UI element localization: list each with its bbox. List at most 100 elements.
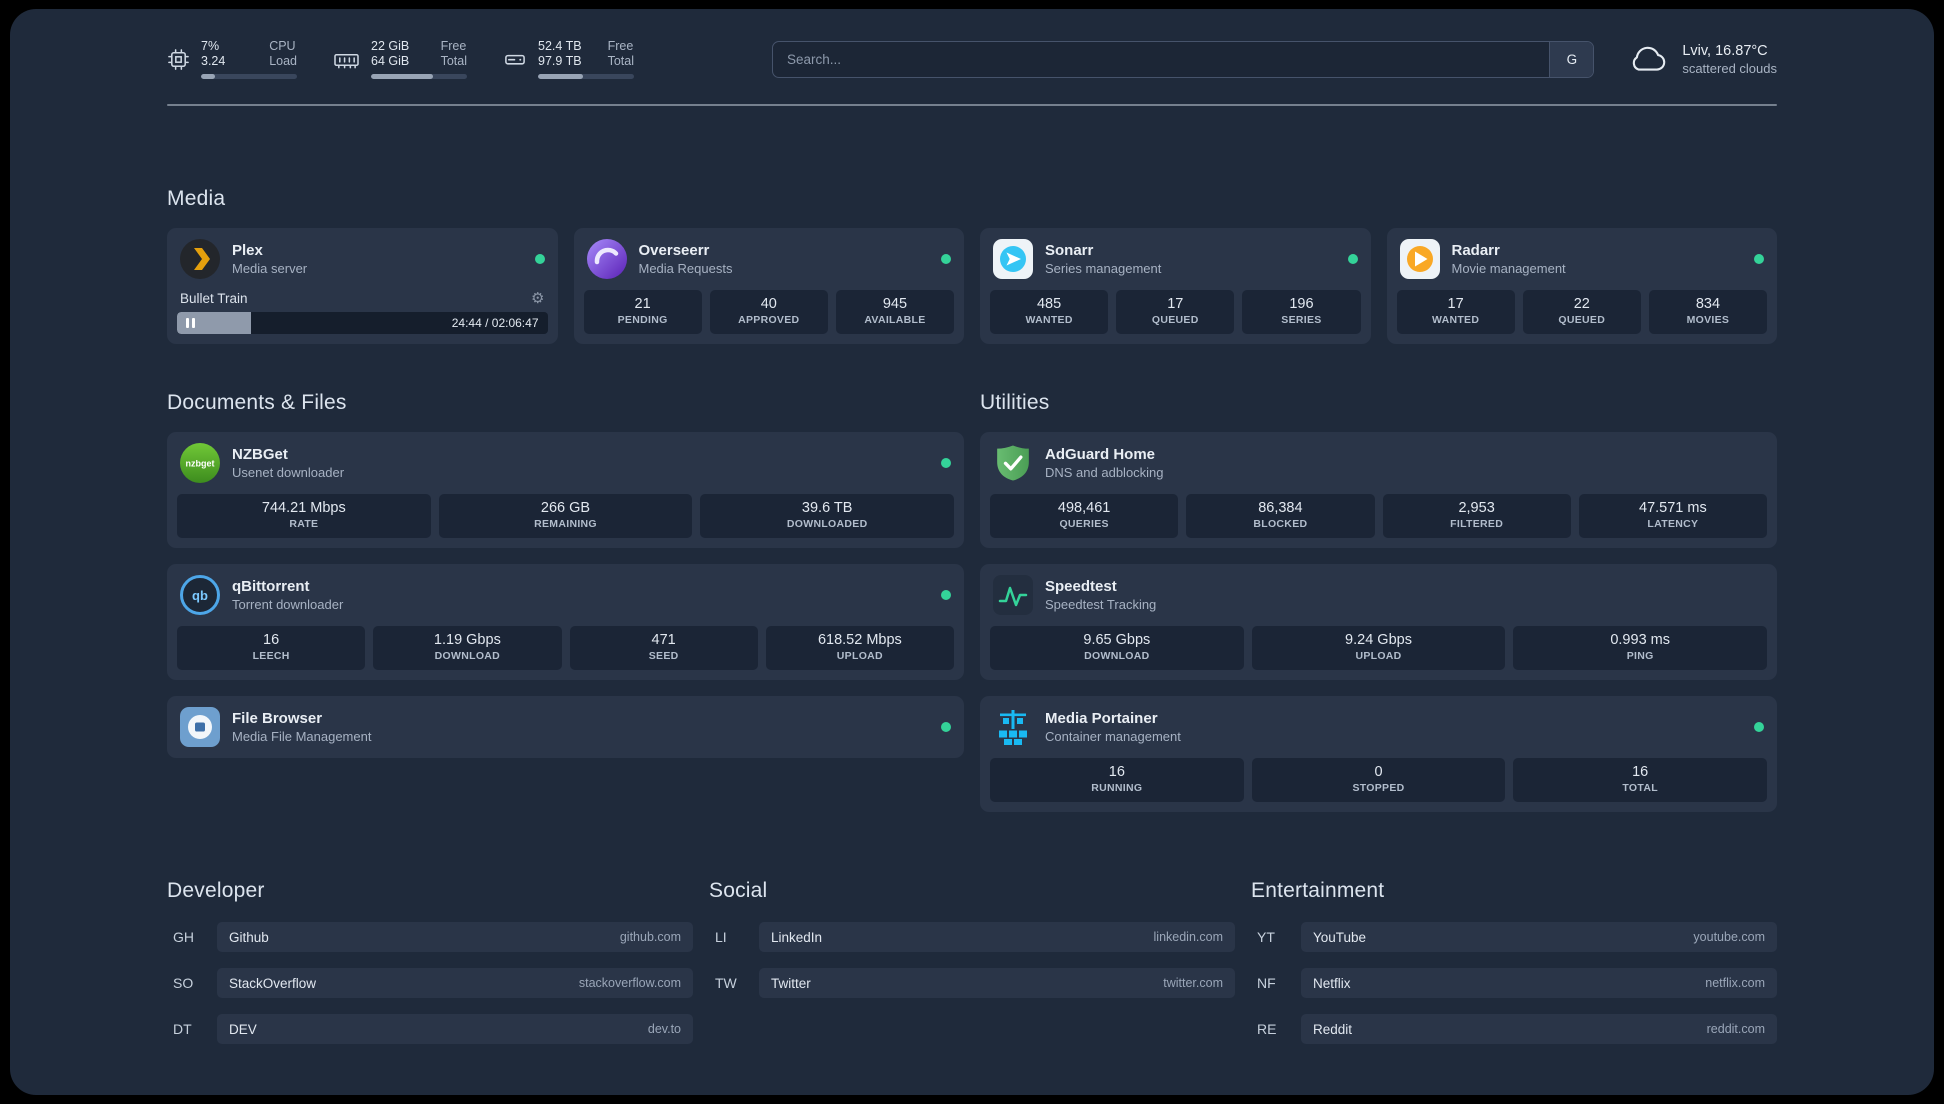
service-text: Sonarr Series management <box>1045 241 1161 277</box>
bookmark-group-title: Developer <box>167 879 265 902</box>
bookmark-row: DT DEV dev.to <box>167 1014 693 1044</box>
stat-label: AVAILABLE <box>864 314 926 326</box>
service-subtitle: Media File Management <box>232 729 372 744</box>
nzbget-stats: 744.21 Mbps RATE 266 GB REMAINING 39.6 T… <box>167 494 964 548</box>
status-dot <box>941 590 951 600</box>
service-name: File Browser <box>232 710 323 727</box>
stat-label: STOPPED <box>1352 782 1405 794</box>
media-section-title: Media <box>167 187 226 210</box>
qbittorrent-stats: 16 LEECH 1.19 Gbps DOWNLOAD 471 SEED 618… <box>167 626 964 680</box>
stat-value: 16 <box>1108 764 1125 780</box>
service-text: File Browser Media File Management <box>232 709 371 745</box>
sonarr-stats: 485 WANTED 17 QUEUED 196 SERIES <box>980 290 1371 344</box>
plex-service-link[interactable]: Plex Media server <box>167 228 558 290</box>
qbittorrent-card: qb qBittorrent Torrent downloader 16 LEE… <box>167 564 964 680</box>
stat-tile: 16 RUNNING <box>990 758 1244 802</box>
adguard-service-link[interactable]: AdGuard Home DNS and adblocking <box>980 432 1777 494</box>
middle-columns: Documents & Files nzbget NZBGet Usenet d… <box>167 390 1777 812</box>
stat-tile: 945 AVAILABLE <box>835 290 955 334</box>
memory-usage-bar-fill <box>371 74 434 79</box>
service-text: AdGuard Home DNS and adblocking <box>1045 445 1164 481</box>
stat-label: DOWNLOADED <box>786 518 868 530</box>
stat-tile: 266 GB REMAINING <box>438 494 693 538</box>
bookmark-link-linkedin[interactable]: LinkedIn linkedin.com <box>759 922 1235 952</box>
bookmark-abbr: GH <box>173 929 194 945</box>
radarr-service-link[interactable]: Radarr Movie management <box>1387 228 1778 290</box>
status-dot <box>941 722 951 732</box>
bookmark-url: stackoverflow.com <box>578 976 681 990</box>
bookmark-name: Netflix <box>1313 975 1351 991</box>
bookmark-url: linkedin.com <box>1153 930 1223 944</box>
bookmarks: Developer GH Github github.com SO StackO… <box>167 878 1777 1060</box>
adguard-stats: 498,461 QUERIES 86,384 BLOCKED 2,953 FIL… <box>980 494 1777 548</box>
disk-widget: 52.4 TB 97.9 TB Free Total <box>503 39 634 79</box>
weather-widget[interactable]: Lviv, 16.87°C scattered clouds <box>1626 43 1777 76</box>
search-provider-button[interactable]: G <box>1549 41 1594 77</box>
disk-usage-bar-fill <box>538 74 584 79</box>
documents-section: Documents & Files nzbget NZBGet Usenet d… <box>167 390 964 758</box>
radarr-icon <box>1399 239 1440 279</box>
stat-value: 0.993 ms <box>1610 632 1670 648</box>
topbar: 7% 3.24 CPU Load 22 GiB 64 GiB Free Tota… <box>167 36 1777 82</box>
status-dot <box>1347 254 1358 264</box>
bookmark-row: TW Twitter twitter.com <box>709 968 1235 998</box>
speedtest-service-link[interactable]: Speedtest Speedtest Tracking <box>980 564 1777 626</box>
gear-icon[interactable]: ⚙ <box>531 291 544 306</box>
overseerr-service-link[interactable]: Overseerr Media Requests <box>574 228 965 290</box>
disk-free-value: 52.4 TB <box>538 39 582 53</box>
plex-card: Plex Media server Bullet Train ⚙ 24:44 /… <box>167 228 558 344</box>
nzbget-service-link[interactable]: nzbget NZBGet Usenet downloader <box>167 432 964 494</box>
search-bar: G <box>772 40 1595 78</box>
sonarr-card: Sonarr Series management 485 WANTED 17 Q… <box>980 228 1371 344</box>
playback-progress-bar[interactable]: 24:44 / 02:06:47 <box>177 312 548 334</box>
pause-icon[interactable] <box>186 318 195 328</box>
search-input[interactable] <box>773 41 1550 77</box>
stat-label: BLOCKED <box>1253 518 1308 530</box>
service-name: Overseerr <box>638 242 710 259</box>
stat-label: UPLOAD <box>836 650 883 662</box>
bookmark-link-twitter[interactable]: Twitter twitter.com <box>759 968 1235 998</box>
speedtest-stats: 9.65 Gbps DOWNLOAD 9.24 Gbps UPLOAD 0.99… <box>980 626 1777 680</box>
bookmark-link-dev[interactable]: DEV dev.to <box>217 1014 693 1044</box>
bookmark-name: YouTube <box>1313 929 1367 945</box>
stat-label: SEED <box>648 650 679 662</box>
stat-label: TOTAL <box>1622 782 1658 794</box>
stat-label: WANTED <box>1025 314 1073 326</box>
stat-label: WANTED <box>1431 314 1480 326</box>
radarr-stats: 17 WANTED 22 QUEUED 834 MOVIES <box>1387 290 1778 344</box>
service-name: qBittorrent <box>232 578 310 595</box>
portainer-stats: 16 RUNNING 0 STOPPED 16 TOTAL <box>980 758 1777 812</box>
overseerr-icon <box>586 239 627 279</box>
portainer-card: Media Portainer Container management 16 … <box>980 696 1777 812</box>
bookmark-link-stackoverflow[interactable]: StackOverflow stackoverflow.com <box>217 968 693 998</box>
service-subtitle: Torrent downloader <box>232 597 344 612</box>
bookmark-abbr: LI <box>715 929 727 945</box>
stat-tile: 1.19 Gbps DOWNLOAD <box>373 626 562 670</box>
stat-value: 1.19 Gbps <box>433 632 501 648</box>
media-cards-row: Plex Media server Bullet Train ⚙ 24:44 /… <box>167 228 1777 344</box>
nzbget-card: nzbget NZBGet Usenet downloader 744.21 M… <box>167 432 964 548</box>
utilities-section-title: Utilities <box>980 391 1050 414</box>
qbittorrent-service-link[interactable]: qb qBittorrent Torrent downloader <box>167 564 964 626</box>
bookmark-link-youtube[interactable]: YouTube youtube.com <box>1301 922 1777 952</box>
stat-value: 0 <box>1374 764 1383 780</box>
bookmark-abbr: YT <box>1257 929 1275 945</box>
bookmark-link-reddit[interactable]: Reddit reddit.com <box>1301 1014 1777 1044</box>
documents-section-title: Documents & Files <box>167 391 347 414</box>
service-text: Media Portainer Container management <box>1045 709 1181 745</box>
bookmark-row: SO StackOverflow stackoverflow.com <box>167 968 693 998</box>
bookmark-link-github[interactable]: Github github.com <box>217 922 693 952</box>
service-name: NZBGet <box>232 446 288 463</box>
stat-value: 2,953 <box>1458 500 1495 516</box>
portainer-service-link[interactable]: Media Portainer Container management <box>980 696 1777 758</box>
qbittorrent-icon: qb <box>180 575 220 615</box>
media-section: Media Plex Media server Bullet Train ⚙ 2… <box>167 186 1777 344</box>
sonarr-service-link[interactable]: Sonarr Series management <box>980 228 1371 290</box>
stat-value: 47.571 ms <box>1639 500 1707 516</box>
bookmark-link-netflix[interactable]: Netflix netflix.com <box>1301 968 1777 998</box>
cpu-usage-bar <box>201 74 297 79</box>
stat-label: QUERIES <box>1059 518 1109 530</box>
page: 7% 3.24 CPU Load 22 GiB 64 GiB Free Tota… <box>0 0 1944 1104</box>
dashboard-panel: 7% 3.24 CPU Load 22 GiB 64 GiB Free Tota… <box>10 9 1934 1095</box>
filebrowser-service-link[interactable]: File Browser Media File Management <box>167 696 964 758</box>
